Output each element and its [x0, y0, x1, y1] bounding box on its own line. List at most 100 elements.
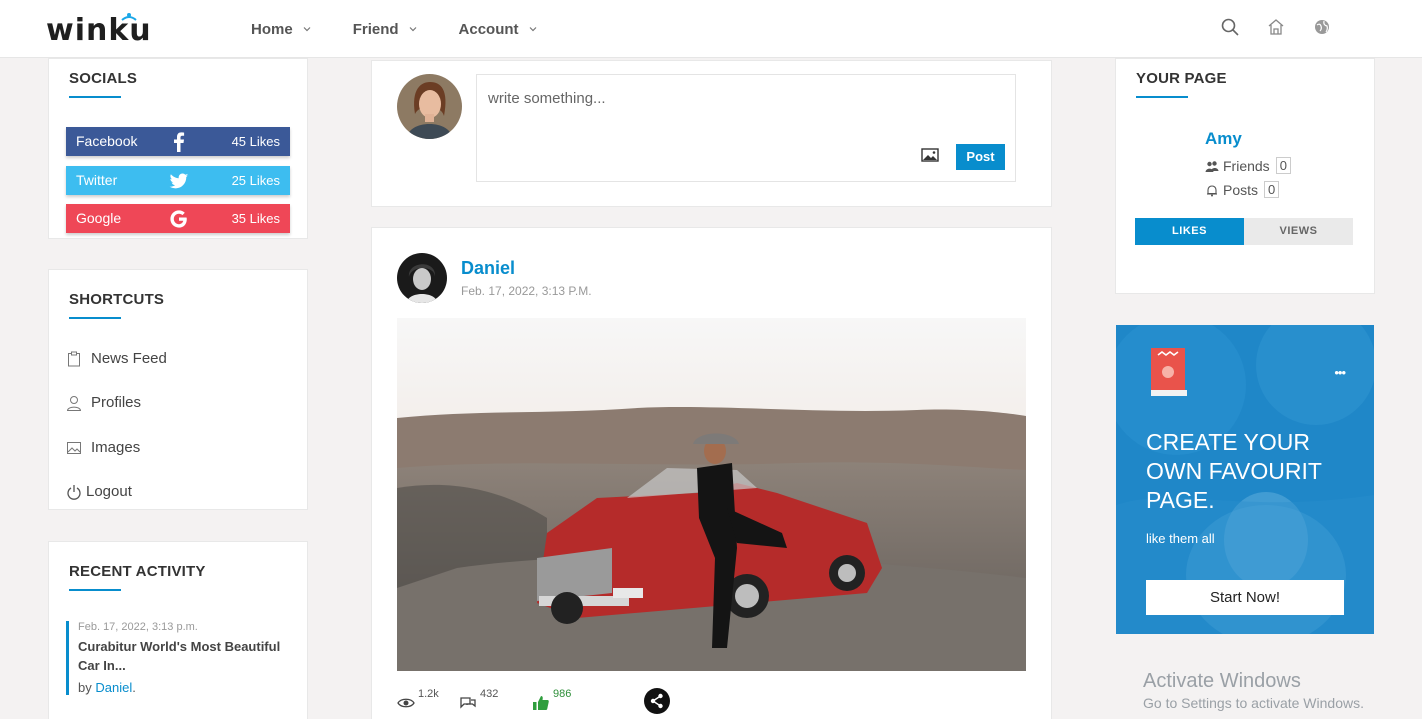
watermark-subtitle: Go to Settings to activate Windows.: [1143, 695, 1364, 711]
activity-suffix: .: [132, 680, 136, 695]
main-nav: Home Friend Account: [251, 0, 579, 58]
image-upload-icon[interactable]: [921, 147, 939, 163]
page-posts-label: Posts: [1223, 181, 1259, 198]
nav-account-label: Account: [458, 20, 519, 38]
social-google[interactable]: Google 35 Likes: [66, 204, 290, 233]
post-photo: [397, 318, 1026, 671]
nav-account[interactable]: Account: [459, 21, 537, 38]
shortcut-news-feed-label: News Feed: [91, 350, 167, 367]
shortcut-profiles[interactable]: Profiles: [66, 394, 141, 411]
power-icon: [67, 484, 81, 500]
post-views[interactable]: 1.2k: [397, 688, 439, 712]
shortcut-logout[interactable]: Logout: [66, 483, 132, 500]
share-icon: [650, 693, 663, 709]
recent-activity-widget: RECENT ACTIVITY Feb. 17, 2022, 3:13 p.m.…: [48, 541, 308, 719]
socials-title: SOCIALS: [69, 70, 138, 87]
post-comments[interactable]: 432: [459, 688, 498, 712]
post-composer: write something... Post: [371, 60, 1052, 207]
logo[interactable]: winku: [46, 10, 152, 48]
activity-title[interactable]: Curabitur World's Most Beautiful Car In.…: [78, 637, 286, 675]
socials-widget: SOCIALS Facebook 45 Likes Twitter 25 Lik…: [48, 58, 308, 239]
clipboard-icon: [68, 351, 80, 366]
promo-title-line1: CREATE YOUR: [1146, 429, 1311, 455]
top-bar: winku Home Friend Account: [0, 0, 1422, 58]
start-now-button[interactable]: Start Now!: [1146, 580, 1344, 615]
share-button[interactable]: [644, 688, 670, 714]
activity-item[interactable]: Feb. 17, 2022, 3:13 p.m. Curabitur World…: [66, 621, 286, 695]
activity-byline: by Daniel.: [78, 680, 286, 695]
promo-title-line3: PAGE.: [1146, 487, 1215, 513]
recent-activity-title: RECENT ACTIVITY: [69, 563, 206, 580]
activity-title-line2: Car In...: [78, 658, 126, 673]
promo-title: CREATE YOUR OWN FAVOURIT PAGE.: [1146, 428, 1356, 515]
feed-post: Daniel Feb. 17, 2022, 3:13 P.M. 1.2k 432…: [371, 227, 1052, 719]
shortcuts-title: SHORTCUTS: [69, 291, 165, 308]
your-page-title: YOUR PAGE: [1136, 70, 1227, 87]
search-icon[interactable]: [1220, 17, 1240, 37]
social-twitter-likes: 25 Likes: [231, 173, 280, 188]
page-friends[interactable]: Friends 0: [1205, 157, 1291, 174]
users-icon: [1205, 160, 1219, 172]
post-author-avatar[interactable]: [397, 253, 447, 303]
title-underline: [1136, 96, 1188, 98]
post-likes-count: 986: [553, 688, 572, 700]
book-icon: [1151, 348, 1187, 396]
promo-subtitle: like them all: [1146, 531, 1215, 546]
social-facebook-name: Facebook: [76, 133, 138, 149]
shortcut-profiles-label: Profiles: [91, 394, 142, 411]
shortcuts-widget: SHORTCUTS News Feed Profiles Images Logo…: [48, 269, 308, 510]
chevron-down-icon: [529, 27, 536, 32]
page-friends-label: Friends: [1223, 157, 1270, 174]
eye-icon: [397, 698, 415, 708]
home-icon[interactable]: [1266, 17, 1286, 37]
composer-placeholder[interactable]: write something...: [488, 90, 606, 107]
chevron-down-icon: [409, 27, 416, 32]
thumbs-up-icon: [533, 696, 549, 710]
page-posts[interactable]: Posts 0: [1205, 181, 1280, 198]
user-avatar-image: [397, 74, 462, 139]
activity-date: Feb. 17, 2022, 3:13 p.m.: [78, 621, 198, 633]
social-facebook[interactable]: Facebook 45 Likes: [66, 127, 290, 156]
post-image[interactable]: [397, 318, 1026, 671]
post-author-name[interactable]: Daniel: [461, 258, 515, 279]
post-date: Feb. 17, 2022, 3:13 P.M.: [461, 284, 592, 298]
nav-friend[interactable]: Friend: [353, 21, 417, 38]
logo-splash-icon: [121, 13, 137, 21]
social-twitter-name: Twitter: [76, 172, 118, 188]
composer-box[interactable]: write something... Post: [476, 74, 1016, 182]
facebook-icon: [174, 132, 185, 152]
your-page-widget: YOUR PAGE Amy Friends 0 Posts 0 LIKES VI…: [1115, 58, 1375, 294]
more-options-icon[interactable]: •••: [1334, 365, 1346, 380]
page-stats-tabs: LIKES VIEWS: [1135, 218, 1353, 245]
image-icon: [67, 441, 81, 454]
top-icons: [1220, 17, 1332, 37]
watermark-title: Activate Windows: [1143, 670, 1301, 692]
tab-views[interactable]: VIEWS: [1244, 218, 1353, 245]
author-avatar-image: [397, 253, 447, 303]
activity-author-link[interactable]: Daniel: [95, 680, 132, 695]
google-icon: [170, 210, 187, 228]
shortcut-logout-label: Logout: [86, 483, 132, 500]
nav-home[interactable]: Home: [251, 21, 311, 38]
nav-friend-label: Friend: [352, 20, 399, 38]
avatar[interactable]: [397, 74, 462, 139]
page-owner-name[interactable]: Amy: [1205, 129, 1242, 149]
shortcut-images[interactable]: Images: [66, 439, 140, 456]
title-underline: [69, 589, 121, 591]
title-underline: [69, 96, 121, 98]
globe-icon[interactable]: [1312, 17, 1332, 37]
tab-likes[interactable]: LIKES: [1135, 218, 1244, 245]
post-button[interactable]: Post: [956, 144, 1005, 170]
social-google-name: Google: [76, 210, 122, 226]
chevron-down-icon: [303, 27, 311, 32]
social-facebook-likes: 45 Likes: [231, 134, 280, 149]
promo-title-line2: OWN FAVOURIT: [1146, 458, 1322, 484]
shortcut-news-feed[interactable]: News Feed: [66, 350, 167, 367]
post-likes[interactable]: 986: [532, 688, 571, 712]
comments-icon: [460, 697, 476, 709]
bell-icon: [1207, 184, 1217, 196]
page-friends-count: 0: [1275, 157, 1291, 174]
social-google-likes: 35 Likes: [231, 211, 280, 226]
post-comments-count: 432: [480, 688, 499, 700]
social-twitter[interactable]: Twitter 25 Likes: [66, 166, 290, 195]
